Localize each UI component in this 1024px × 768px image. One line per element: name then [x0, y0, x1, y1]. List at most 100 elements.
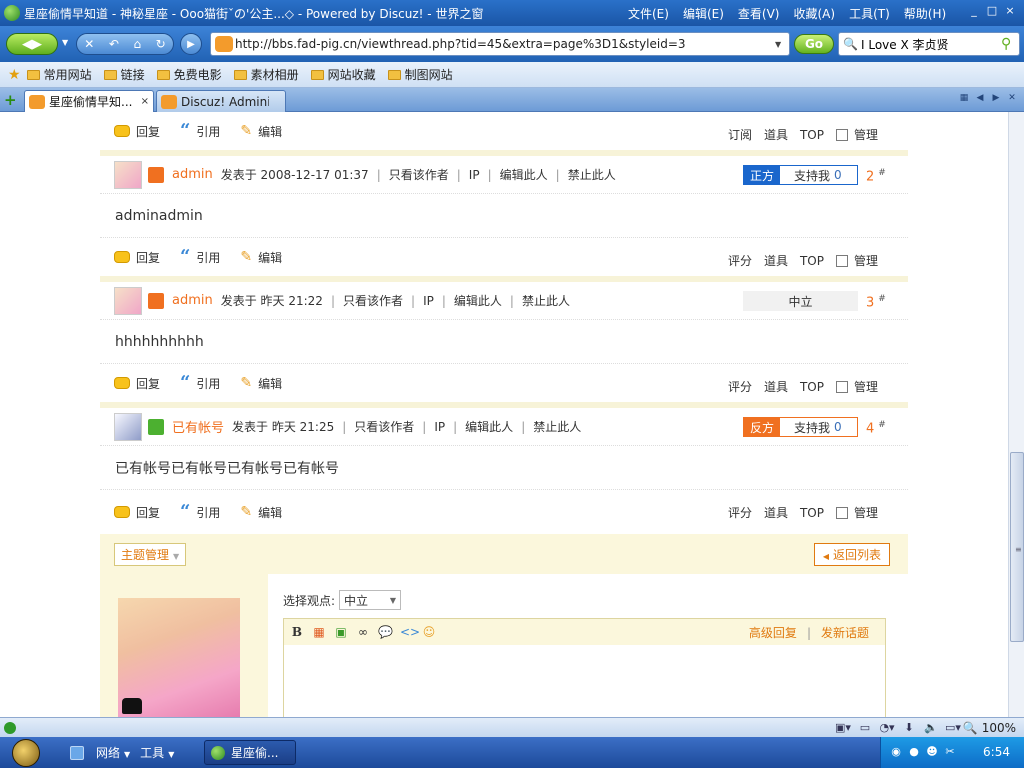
back-arrow-icon[interactable]: ◀: [22, 37, 32, 52]
page-icon[interactable]: ▭: [854, 721, 876, 734]
top-link[interactable]: TOP: [800, 380, 824, 394]
tab-scroll-left-icon[interactable]: ◀: [972, 93, 988, 103]
ip-link[interactable]: IP: [469, 168, 480, 182]
tools-link[interactable]: 道具: [764, 504, 788, 521]
search-go-icon[interactable]: ⚲: [1001, 36, 1011, 52]
start-button[interactable]: [12, 739, 40, 767]
forward-arrow-icon[interactable]: ▶: [32, 37, 42, 52]
tools-link[interactable]: 道具: [764, 126, 788, 143]
download-icon[interactable]: ⬇: [898, 721, 920, 734]
tab-discuz-admin[interactable]: Discuz! Administ...: [156, 90, 286, 112]
window-icon[interactable]: ▭▾: [942, 721, 964, 734]
quote-bubble-icon[interactable]: 💬: [378, 625, 393, 639]
close-window-button[interactable]: ×: [1002, 4, 1018, 17]
close-all-tabs-icon[interactable]: ✕: [1004, 93, 1020, 103]
maximize-button[interactable]: □: [984, 4, 1000, 17]
reply-button[interactable]: 回复: [114, 375, 160, 392]
only-author-link[interactable]: 只看该作者: [354, 420, 414, 434]
quote-button[interactable]: “引用: [180, 374, 220, 392]
new-topic-link[interactable]: 发新话题: [821, 626, 869, 640]
support-button[interactable]: 支持我 0: [780, 167, 854, 184]
menu-file[interactable]: 文件(E): [628, 5, 669, 22]
sync-icon[interactable]: ◉: [887, 745, 905, 758]
top-link[interactable]: TOP: [800, 254, 824, 268]
refresh-icon[interactable]: ↻: [156, 37, 166, 51]
search-input[interactable]: [861, 37, 1001, 51]
edit-button[interactable]: ✎ 编辑: [240, 123, 282, 140]
tab-grid-icon[interactable]: ▦: [956, 93, 972, 103]
back-forward-buttons[interactable]: ◀ ▶: [6, 33, 58, 55]
post-author[interactable]: 已有帐号: [172, 417, 224, 436]
tool-icon[interactable]: ✂: [941, 745, 959, 758]
edit-button[interactable]: ✎ 编辑: [240, 375, 282, 392]
tools-link[interactable]: 道具: [764, 378, 788, 395]
picture-icon[interactable]: ▣▾: [832, 721, 854, 734]
bold-icon[interactable]: B: [290, 625, 304, 639]
ban-user-link[interactable]: 禁止此人: [522, 294, 570, 308]
vertical-scrollbar[interactable]: ≡: [1008, 112, 1024, 717]
manage-checkbox[interactable]: [835, 506, 848, 519]
reply-button[interactable]: 回复: [114, 504, 160, 521]
edit-button[interactable]: ✎ 编辑: [240, 504, 282, 521]
edit-user-link[interactable]: 编辑此人: [454, 294, 502, 308]
top-link[interactable]: TOP: [800, 506, 824, 520]
play-icon[interactable]: ▶: [180, 33, 202, 55]
qq-penguin-icon[interactable]: ●: [905, 745, 923, 758]
manage-checkbox[interactable]: [835, 128, 848, 141]
history-dropdown-icon[interactable]: ▼: [62, 38, 68, 47]
quote-button[interactable]: “引用: [180, 122, 220, 140]
speaker-icon[interactable]: 🔈: [920, 721, 942, 734]
tools-menu[interactable]: 工具 ▼: [140, 744, 174, 761]
advanced-reply-link[interactable]: 高级回复: [749, 626, 797, 640]
code-icon[interactable]: <>: [400, 625, 420, 639]
favorites-star-icon[interactable]: ★: [8, 67, 21, 83]
reply-button[interactable]: 回复: [114, 123, 160, 140]
address-dropdown-icon[interactable]: ▼: [775, 40, 781, 49]
only-author-link[interactable]: 只看该作者: [389, 168, 449, 182]
undo-close-icon[interactable]: ↶: [109, 37, 119, 51]
avatar[interactable]: [114, 412, 142, 441]
ip-link[interactable]: IP: [423, 294, 434, 308]
smiley-icon[interactable]: ☺: [422, 625, 436, 639]
menu-favorites[interactable]: 收藏(A): [793, 5, 835, 22]
bookmark-site-favorites[interactable]: 网站收藏: [310, 66, 376, 83]
edit-user-link[interactable]: 编辑此人: [500, 168, 548, 182]
quote-button[interactable]: “引用: [180, 248, 220, 266]
stop-icon[interactable]: ✕: [84, 37, 94, 51]
menu-view[interactable]: 查看(V): [738, 5, 780, 22]
bookmark-free-movies[interactable]: 免费电影: [156, 66, 222, 83]
avatar[interactable]: [114, 160, 142, 189]
reply-button[interactable]: 回复: [114, 249, 160, 266]
floor-number[interactable]: 2 #: [866, 168, 886, 184]
post-author[interactable]: admin: [172, 167, 213, 182]
only-author-link[interactable]: 只看该作者: [343, 294, 403, 308]
bookmark-design-sites[interactable]: 制图网站: [387, 66, 453, 83]
people-icon[interactable]: ☻: [923, 745, 941, 758]
menu-edit[interactable]: 编辑(E): [683, 5, 724, 22]
floor-number[interactable]: 3 #: [866, 294, 886, 310]
view-select[interactable]: 中立 ▼: [339, 590, 402, 610]
support-button[interactable]: 支持我 0: [780, 419, 854, 436]
network-menu[interactable]: 网络 ▼: [96, 744, 130, 761]
manage-checkbox[interactable]: [835, 254, 848, 267]
scrollbar-thumb[interactable]: ≡: [1010, 452, 1024, 642]
speed-icon[interactable]: ◔▾: [876, 721, 898, 734]
post-author[interactable]: admin: [172, 293, 213, 308]
edit-button[interactable]: ✎ 编辑: [240, 249, 282, 266]
new-tab-plus-icon[interactable]: +: [4, 91, 17, 109]
top-link[interactable]: TOP: [800, 128, 824, 142]
ban-user-link[interactable]: 禁止此人: [533, 420, 581, 434]
bookmark-links[interactable]: 链接: [103, 66, 145, 83]
rate-link[interactable]: 评分: [728, 252, 752, 269]
bookmark-common-sites[interactable]: 常用网站: [26, 66, 92, 83]
image-icon[interactable]: ▣: [334, 625, 348, 639]
tools-link[interactable]: 道具: [764, 252, 788, 269]
bookmark-albums[interactable]: 素材相册: [233, 66, 299, 83]
go-button[interactable]: Go: [794, 34, 834, 54]
quote-button[interactable]: “引用: [180, 503, 220, 521]
manage-checkbox[interactable]: [835, 380, 848, 393]
edit-user-link[interactable]: 编辑此人: [465, 420, 513, 434]
taskbar-browser-task[interactable]: 星座偷...: [204, 740, 296, 765]
back-to-list-button[interactable]: ◀ 返回列表: [813, 543, 890, 566]
minimize-button[interactable]: _: [966, 4, 982, 17]
